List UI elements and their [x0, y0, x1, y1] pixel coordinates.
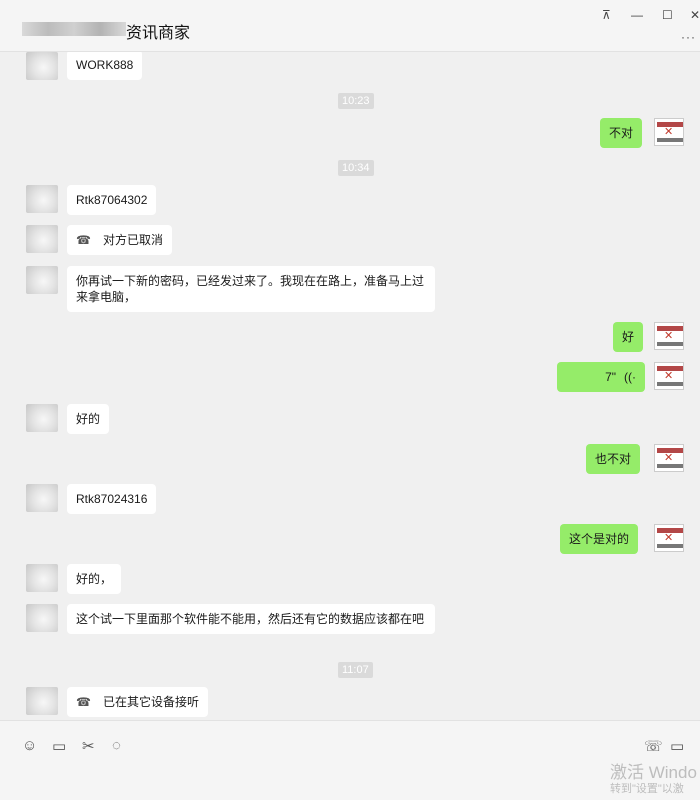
contact-avatar[interactable]: [26, 225, 58, 253]
my-avatar[interactable]: ✕: [654, 444, 684, 472]
pin-icon[interactable]: ⊼: [602, 8, 611, 22]
contact-avatar[interactable]: [26, 266, 58, 294]
timestamp: 11:07: [338, 662, 373, 678]
call-status-text: 已在其它设备接听: [102, 695, 199, 709]
call-record-bubble[interactable]: ☎ 已在其它设备接听: [67, 687, 208, 717]
title-bar: 资讯商家 ⊼ — ☐ ✕ ···: [0, 0, 700, 52]
blurred-contact-name: [22, 22, 126, 36]
phone-hangup-icon: ☎: [76, 695, 91, 709]
message-bubble[interactable]: Rtk87024316: [67, 484, 157, 514]
contact-avatar[interactable]: [26, 687, 58, 715]
contact-avatar[interactable]: [26, 185, 58, 213]
my-avatar[interactable]: ✕: [654, 118, 684, 146]
call-record-bubble[interactable]: ☎ 对方已取消: [67, 225, 172, 255]
message-bubble[interactable]: 好的: [67, 404, 110, 434]
voice-wave-icon: ((·: [624, 370, 636, 384]
chat-title: 资讯商家: [126, 25, 191, 42]
chat-history-icon[interactable]: ◌: [112, 737, 121, 754]
contact-avatar[interactable]: [26, 52, 58, 80]
minimize-icon[interactable]: —: [631, 8, 643, 22]
maximize-icon[interactable]: ☐: [662, 8, 673, 22]
my-avatar[interactable]: ✕: [654, 524, 684, 552]
timestamp: 10:23: [338, 93, 374, 109]
contact-avatar[interactable]: [26, 564, 58, 592]
message-bubble[interactable]: 好的，: [67, 564, 122, 594]
message-bubble[interactable]: 好: [613, 322, 644, 352]
call-status-text: 对方已取消: [102, 233, 163, 247]
scissors-icon[interactable]: ✂: [82, 737, 95, 755]
message-bubble[interactable]: Rtk87064302: [67, 185, 157, 215]
contact-avatar[interactable]: [26, 604, 58, 632]
message-bubble[interactable]: 不对: [600, 118, 643, 148]
message-bubble[interactable]: 这个试一下里面那个软件能不能用，然后还有它的数据应该都在吧: [67, 604, 435, 634]
contact-avatar[interactable]: [26, 484, 58, 512]
voice-call-icon[interactable]: ☏: [644, 737, 663, 755]
my-avatar[interactable]: ✕: [654, 322, 684, 350]
input-area[interactable]: ☺ ▭ ✂ ◌ ☏ ▭: [0, 720, 700, 800]
chat-history[interactable]: WORK888 10:23 不对 ✕ 10:34 Rtk87064302 ☎ 对方…: [0, 52, 700, 720]
contact-avatar[interactable]: [26, 404, 58, 432]
message-bubble[interactable]: 这个是对的: [560, 524, 639, 554]
video-call-icon[interactable]: ▭: [670, 737, 684, 755]
timestamp: 10:34: [338, 160, 374, 176]
my-avatar[interactable]: ✕: [654, 362, 684, 390]
voice-message-bubble[interactable]: 7" ((·: [557, 362, 645, 392]
activation-watermark-subtitle: 转到"设置"以激: [610, 783, 684, 795]
more-icon[interactable]: ···: [681, 30, 696, 44]
close-icon[interactable]: ✕: [690, 8, 700, 22]
message-bubble[interactable]: 你再试一下新的密码，已经发过来了。我现在在路上，准备马上过来拿电脑，: [67, 266, 435, 312]
phone-hangup-icon: ☎: [76, 233, 91, 247]
emoji-icon[interactable]: ☺: [22, 737, 37, 754]
message-bubble[interactable]: WORK888: [67, 52, 143, 80]
message-bubble[interactable]: 也不对: [586, 444, 641, 474]
folder-icon[interactable]: ▭: [52, 737, 66, 755]
voice-duration: 7": [605, 370, 616, 384]
